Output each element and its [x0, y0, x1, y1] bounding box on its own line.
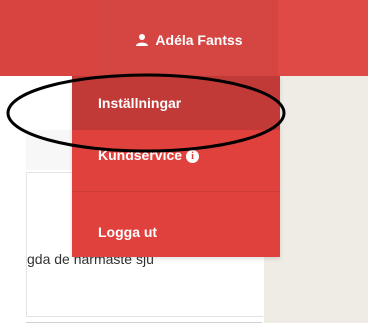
menu-item-logga-ut[interactable]: Logga ut — [72, 208, 280, 256]
info-icon: i — [186, 149, 200, 163]
menu-item-installningar[interactable]: Inställningar — [72, 76, 280, 130]
menu-item-label: Logga ut — [98, 224, 158, 240]
nav-left-area — [0, 0, 100, 76]
menu-divider — [72, 191, 280, 192]
user-icon — [135, 33, 149, 47]
menu-item-label: Inställningar — [98, 95, 182, 111]
menu-item-label: Kundservice — [98, 147, 183, 163]
user-dropdown-menu: Inställningar Kundservice i Logga ut — [72, 76, 280, 257]
user-name-label: Adéla Fantss — [155, 32, 243, 48]
menu-item-kundservice[interactable]: Kundservice i — [72, 132, 280, 178]
user-menu-button[interactable]: Adéla Fantss — [100, 0, 278, 80]
